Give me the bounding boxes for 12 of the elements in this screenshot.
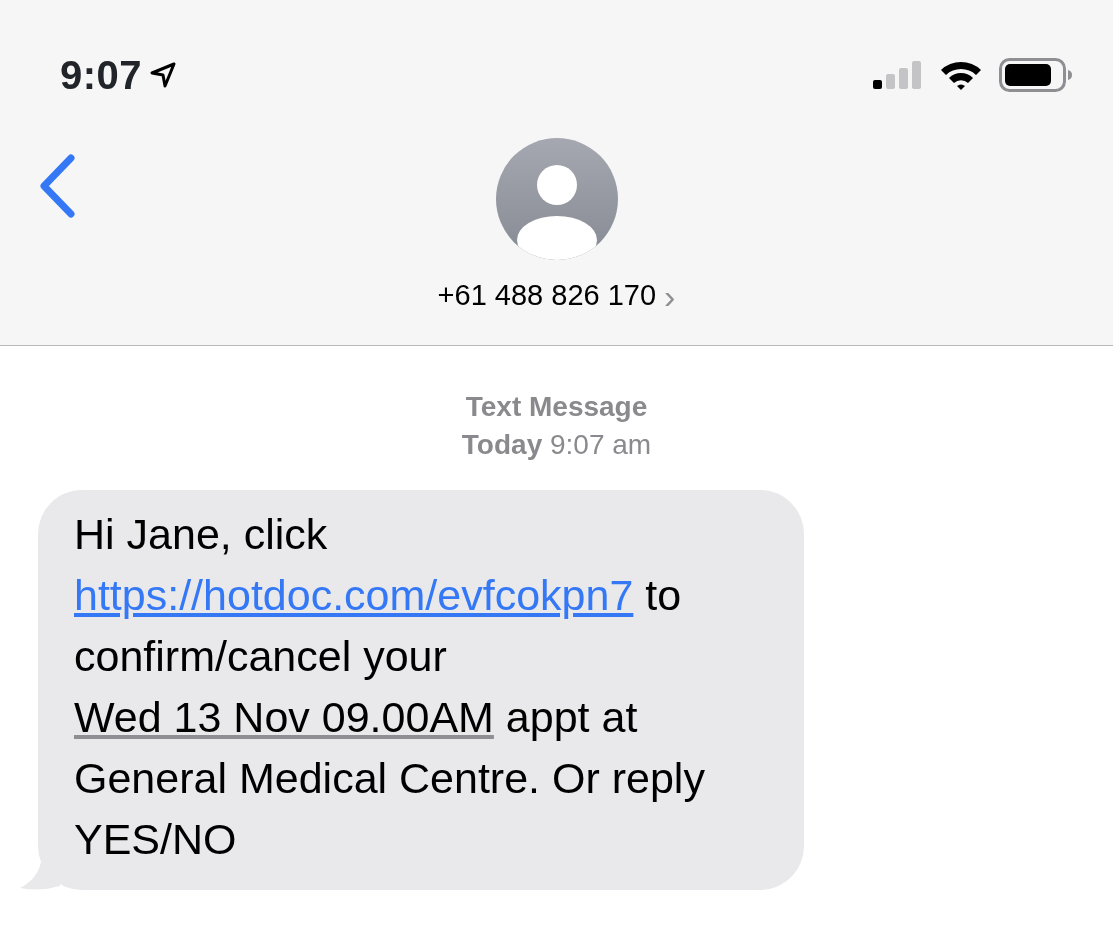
status-time: 9:07	[60, 52, 143, 99]
signal-icon	[873, 61, 923, 89]
location-arrow-icon	[150, 62, 177, 88]
battery-icon	[999, 58, 1073, 92]
contact-button[interactable]: +61 488 826 170 ›	[437, 274, 676, 318]
wifi-icon	[939, 59, 983, 91]
message-bubble: Hi Jane, click https://hotdoc.com/evfcokpn7 to confirm/cancel your Wed 13 Nov 09.00AM appt at General Medical Centre. Or reply YES/NO	[38, 490, 804, 890]
avatar-icon[interactable]	[495, 138, 618, 260]
service-label: Text Message	[464, 390, 649, 424]
date-link[interactable]: Wed 13 Nov 09.00AM	[74, 693, 494, 741]
message-timestamp: Today 9:07 am	[460, 428, 653, 462]
back-icon[interactable]	[38, 154, 76, 218]
